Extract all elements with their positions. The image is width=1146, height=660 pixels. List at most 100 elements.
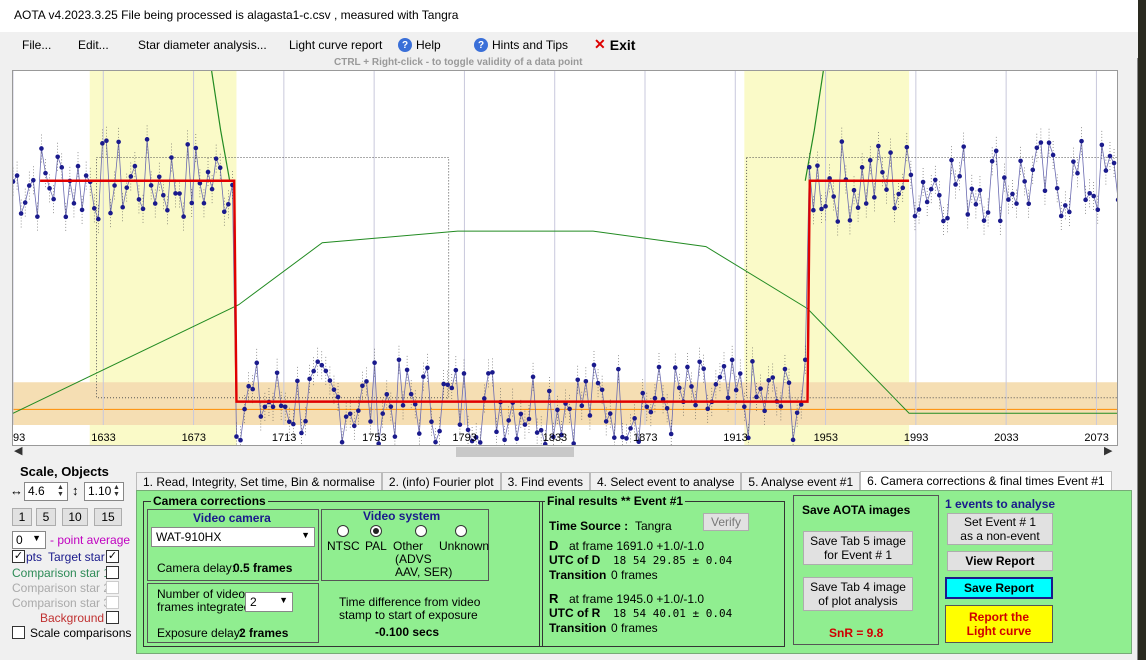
data-point — [831, 194, 836, 199]
scale-button-5[interactable]: 5 — [36, 508, 56, 526]
data-point — [949, 157, 954, 163]
comparison-star-3-checkbox[interactable] — [106, 596, 119, 609]
unknown-radio[interactable] — [455, 525, 467, 537]
data-point — [599, 387, 605, 393]
data-point — [518, 411, 524, 417]
save-tab5-image-button[interactable]: Save Tab 5 image for Event # 1 — [803, 531, 913, 565]
data-point — [762, 408, 767, 414]
data-point — [270, 404, 276, 410]
data-point — [993, 148, 999, 154]
tab-camera-corrections[interactable]: 6. Camera corrections & final times Even… — [860, 471, 1112, 491]
data-point — [981, 218, 987, 223]
pts-checkbox[interactable]: ✓ — [12, 550, 25, 563]
save-report-button[interactable]: Save Report — [945, 577, 1053, 599]
menu-light-curve-report[interactable]: Light curve report — [289, 38, 382, 52]
data-point — [546, 388, 552, 394]
menu-edit[interactable]: Edit... — [78, 38, 109, 52]
close-icon: ✕ — [594, 36, 606, 52]
target-star-checkbox[interactable]: ✓ — [106, 550, 119, 563]
scroll-left-icon[interactable]: ◀ — [14, 444, 22, 457]
report-light-curve-button[interactable]: Report the Light curve — [945, 605, 1053, 643]
scale-button-1[interactable]: 1 — [12, 508, 32, 526]
spin-arrows-icon[interactable]: ▲ ▼ — [55, 484, 66, 499]
data-point — [254, 360, 260, 366]
scroll-right-icon[interactable]: ▶ — [1104, 444, 1112, 457]
data-point — [91, 206, 97, 211]
data-point — [847, 218, 853, 223]
menu-exit[interactable]: ✕ Exit — [594, 36, 635, 53]
light-curve-svg[interactable]: 93 1633 1673 1713 1753 1793 1833 1873 1913 1953 19… — [13, 71, 1118, 446]
data-point — [567, 406, 572, 412]
tab-read-integrity[interactable]: 1. Read, Integrity, Set time, Bin & norm… — [136, 472, 382, 491]
background-checkbox[interactable] — [106, 611, 119, 624]
data-point — [758, 386, 763, 391]
save-tab4-line2: of plot analysis — [818, 594, 898, 608]
scroll-thumb[interactable] — [456, 447, 574, 457]
data-point — [579, 403, 585, 409]
data-point — [989, 158, 995, 164]
verify-button[interactable]: Verify — [703, 513, 749, 531]
set-event-line1: Set Event # 1 — [963, 515, 1037, 529]
pal-radio[interactable] — [370, 525, 382, 537]
other-radio[interactable] — [415, 525, 427, 537]
data-point — [156, 174, 162, 180]
menu-star-diameter-label: Star diameter analysis... — [138, 38, 267, 52]
tab-select-event[interactable]: 4. Select event to analyse — [589, 472, 742, 491]
spin2-arrows-icon[interactable]: ▲ ▼ — [111, 484, 122, 499]
data-point — [380, 411, 386, 416]
data-point — [494, 429, 499, 435]
data-point — [388, 404, 394, 409]
title-bar: AOTA v4.2023.3.25 File being processed i… — [0, 0, 1138, 32]
x-tick-label: 93 — [13, 432, 25, 444]
tab-find-events[interactable]: 3. Find events — [500, 472, 590, 491]
comparison-star-1-label: Comparison star 1 — [12, 566, 111, 580]
set-event-non-event-button[interactable]: Set Event # 1 as a non-event — [947, 513, 1053, 545]
report-lc-line2: Light curve — [966, 624, 1032, 638]
tab-analyse-event[interactable]: 5. Analyse event #1 — [741, 472, 861, 491]
save-tab4-image-button[interactable]: Save Tab 4 image of plot analysis — [803, 577, 913, 611]
scale-button-10[interactable]: 10 — [62, 508, 88, 526]
point-average-label: - point average — [50, 533, 131, 547]
data-point — [672, 365, 678, 370]
data-point — [209, 186, 215, 192]
menu-hints[interactable]: ? Hints and Tips — [474, 38, 568, 52]
scale2-spinner[interactable]: 1.10 ▲ ▼ — [84, 482, 124, 501]
data-point — [754, 394, 759, 400]
scale-button-15[interactable]: 15 — [94, 508, 122, 526]
save-images-group — [793, 495, 939, 645]
frames-integrated-select[interactable]: 2 ▼ — [245, 592, 293, 612]
data-point — [595, 380, 601, 386]
data-point — [169, 155, 174, 160]
point-average-select[interactable]: 0 ▼ — [12, 531, 46, 549]
data-point — [441, 381, 446, 387]
light-curve-plot[interactable]: 93 1633 1673 1713 1753 1793 1833 1873 1913 1953 19… — [12, 70, 1118, 446]
comparison-star-2-label: Comparison star 2 — [12, 581, 111, 595]
ntsc-radio[interactable] — [337, 525, 349, 537]
scale-comparisons-checkbox[interactable] — [12, 626, 25, 639]
comparison-star-1-checkbox[interactable] — [106, 566, 119, 579]
menu-help[interactable]: ? Help — [398, 38, 441, 52]
menu-file[interactable]: File... — [22, 38, 51, 52]
plot-scrollbar[interactable]: ◀ ▶ — [12, 444, 1118, 458]
data-point — [648, 409, 654, 415]
data-point — [347, 411, 353, 417]
horizontal-scale-icon: ↔ — [10, 483, 23, 498]
data-point — [343, 414, 349, 419]
data-point — [880, 169, 885, 175]
time-source-value: Tangra — [635, 519, 672, 533]
tab-fourier[interactable]: 2. (info) Fourier plot — [381, 472, 501, 491]
data-point — [908, 172, 914, 178]
data-point — [408, 391, 414, 397]
data-point — [250, 386, 256, 392]
view-report-button[interactable]: View Report — [947, 551, 1053, 571]
video-camera-title: Video camera — [193, 511, 271, 525]
menu-star-diameter[interactable]: Star diameter analysis... — [138, 38, 267, 52]
comparison-star-2-checkbox[interactable] — [106, 581, 119, 594]
scale-spinner[interactable]: 4.6 ▲ ▼ — [24, 482, 68, 501]
data-point — [1099, 142, 1105, 148]
camera-model-select[interactable]: WAT-910HX ▼ — [151, 527, 315, 547]
data-point — [457, 422, 463, 427]
data-point — [957, 173, 962, 179]
scale-objects-panel: Scale, Objects ↔ 4.6 ▲ ▼ ↕ 1.10 ▲ ▼ 1 5 10 1… — [8, 462, 132, 652]
data-point — [18, 211, 24, 216]
